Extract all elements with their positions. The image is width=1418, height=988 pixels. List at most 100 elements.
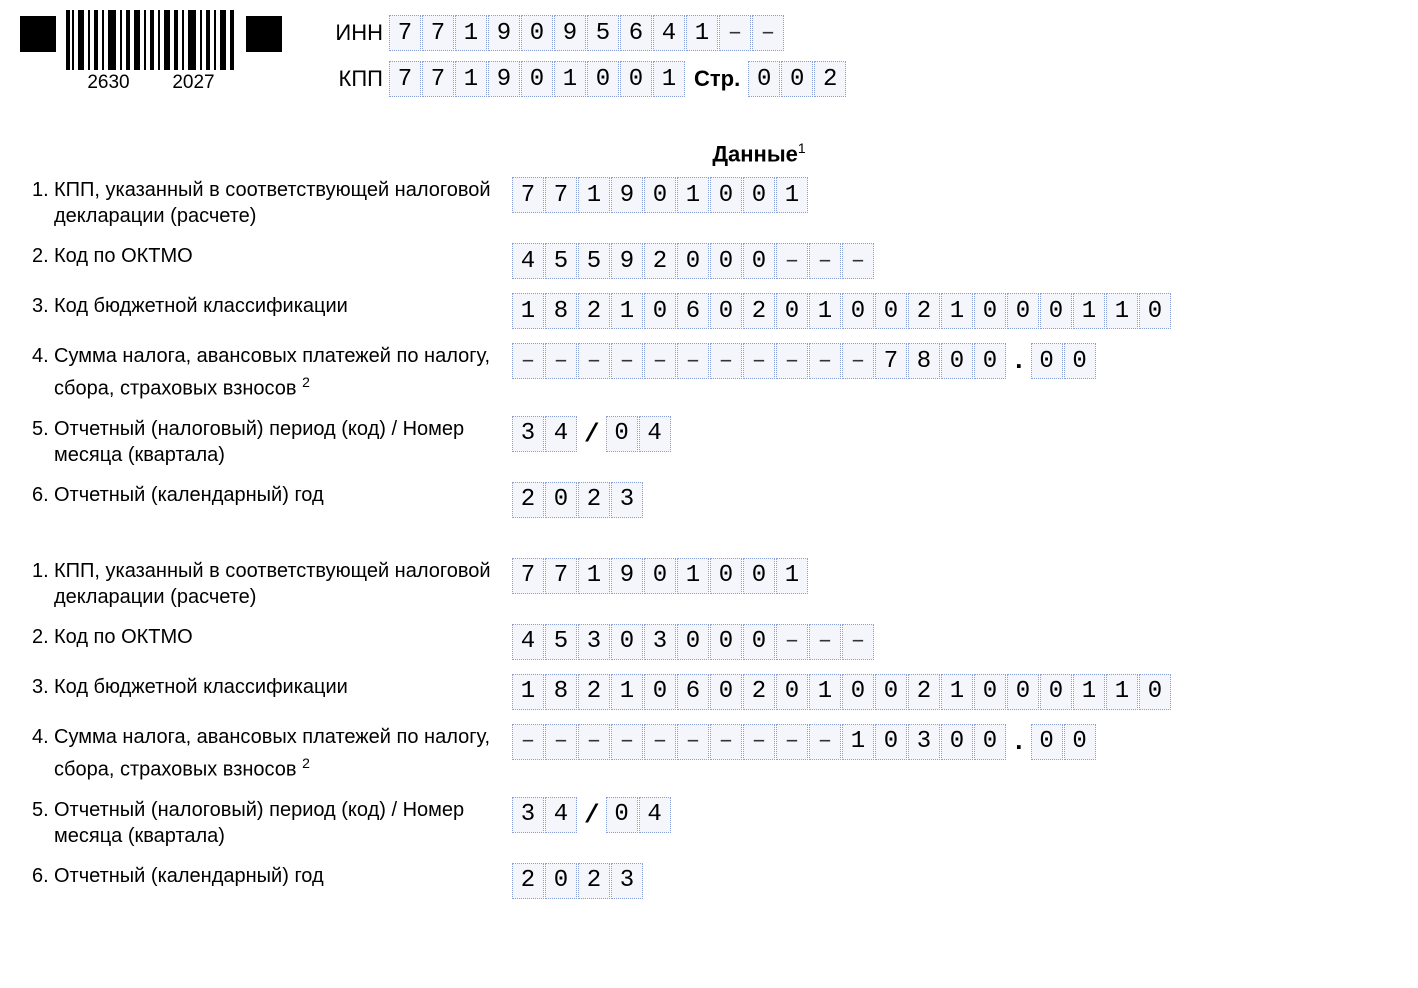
row-oktmo: 2. Код по ОКТМО 45303000–––	[32, 624, 1348, 660]
black-square-right	[246, 16, 282, 52]
cell: 0	[842, 674, 874, 710]
cell: 0	[545, 863, 577, 899]
cell: 8	[545, 293, 577, 329]
cell: 0	[748, 61, 780, 97]
cell: –	[578, 343, 610, 379]
label-kpp: КПП, указанный в соответствующей налогов…	[54, 177, 512, 229]
cell: 4	[545, 416, 577, 452]
row-kbk: 3. Код бюджетной классификации 182106020…	[32, 293, 1348, 329]
cell: 9	[611, 177, 643, 213]
cell: 5	[545, 624, 577, 660]
cell: 0	[677, 243, 709, 279]
decimal-dot: .	[1007, 346, 1031, 376]
cell: –	[545, 724, 577, 760]
cell: 0	[743, 558, 775, 594]
cell: 7	[389, 61, 421, 97]
cell: 0	[710, 293, 742, 329]
cell: 9	[554, 15, 586, 51]
cell: –	[512, 343, 544, 379]
cell: –	[677, 343, 709, 379]
cell: –	[842, 624, 874, 660]
cell: 9	[611, 558, 643, 594]
cell: –	[644, 343, 676, 379]
row-oktmo: 2. Код по ОКТМО 45592000–––	[32, 243, 1348, 279]
cell: 1	[842, 724, 874, 760]
label-period: Отчетный (налоговый) период (код) / Номе…	[54, 797, 512, 849]
cell: 0	[1040, 293, 1072, 329]
row-sum: 4. Сумма налога, авансовых платежей по н…	[32, 724, 1348, 783]
cell: 0	[974, 293, 1006, 329]
section-title: Данные1	[150, 140, 1368, 167]
cell: 0	[710, 243, 742, 279]
cell: –	[677, 724, 709, 760]
value-sum-frac: 00	[1031, 343, 1097, 379]
cell: 2	[512, 482, 544, 518]
cell: 0	[776, 674, 808, 710]
cell: 8	[908, 343, 940, 379]
value-period-num: 04	[606, 797, 672, 833]
value-kpp: 771901001	[512, 558, 809, 594]
cell: 3	[611, 482, 643, 518]
black-square-left	[20, 16, 56, 52]
cell: 0	[743, 624, 775, 660]
page-cells: 002	[748, 61, 847, 97]
form-page: 2630 2027 ИНН 7719095641–– КПП 771901001…	[0, 0, 1418, 988]
value-period-code: 34	[512, 797, 578, 833]
cell: 9	[488, 15, 520, 51]
data-block: 1. КПП, указанный в соответствующей нало…	[32, 558, 1348, 899]
cell: –	[644, 724, 676, 760]
barcode: 2630 2027	[66, 10, 236, 94]
cell: 8	[545, 674, 577, 710]
blocks-host: 1. КПП, указанный в соответствующей нало…	[20, 177, 1368, 898]
cell: 1	[776, 177, 808, 213]
cell: 2	[743, 674, 775, 710]
cell: 0	[974, 343, 1006, 379]
period-sep: /	[578, 419, 606, 449]
cell: 0	[644, 674, 676, 710]
inn-label: ИНН	[325, 20, 389, 46]
cell: 0	[875, 724, 907, 760]
cell: 0	[1031, 724, 1063, 760]
cell: 0	[1064, 343, 1096, 379]
row-kpp: 1. КПП, указанный в соответствующей нало…	[32, 558, 1348, 610]
value-kbk: 18210602010021000110	[512, 293, 1172, 329]
row-kbk: 3. Код бюджетной классификации 182106020…	[32, 674, 1348, 710]
cell: 1	[776, 558, 808, 594]
value-kpp: 771901001	[512, 177, 809, 213]
cell: 1	[941, 674, 973, 710]
cell: 0	[842, 293, 874, 329]
label-oktmo: Код по ОКТМО	[54, 624, 512, 650]
cell: 1	[1106, 674, 1138, 710]
decimal-dot: .	[1007, 727, 1031, 757]
kpp-cells: 771901001	[389, 61, 686, 97]
cell: 0	[710, 558, 742, 594]
cell: 0	[1007, 674, 1039, 710]
cell: 0	[545, 482, 577, 518]
cell: –	[611, 343, 643, 379]
label-oktmo: Код по ОКТМО	[54, 243, 512, 269]
cell: 0	[1064, 724, 1096, 760]
cell: 1	[512, 293, 544, 329]
cell: 0	[781, 61, 813, 97]
cell: 2	[908, 674, 940, 710]
value-oktmo: 45592000–––	[512, 243, 875, 279]
cell: 7	[875, 343, 907, 379]
cell: –	[809, 343, 841, 379]
cell: 1	[1073, 293, 1105, 329]
cell: 0	[974, 724, 1006, 760]
cell: 1	[578, 177, 610, 213]
section-title-text: Данные	[712, 141, 798, 166]
cell: 4	[653, 15, 685, 51]
cell: –	[719, 15, 751, 51]
cell: –	[611, 724, 643, 760]
cell: 0	[776, 293, 808, 329]
cell: 0	[606, 797, 638, 833]
row-sum: 4. Сумма налога, авансовых платежей по н…	[32, 343, 1348, 402]
label-kpp: КПП, указанный в соответствующей налогов…	[54, 558, 512, 610]
barcode-num-left: 2630	[87, 72, 129, 94]
barcode-num-right: 2027	[172, 72, 214, 94]
cell: 4	[512, 243, 544, 279]
cell: 1	[455, 15, 487, 51]
cell: 2	[814, 61, 846, 97]
cell: 1	[512, 674, 544, 710]
